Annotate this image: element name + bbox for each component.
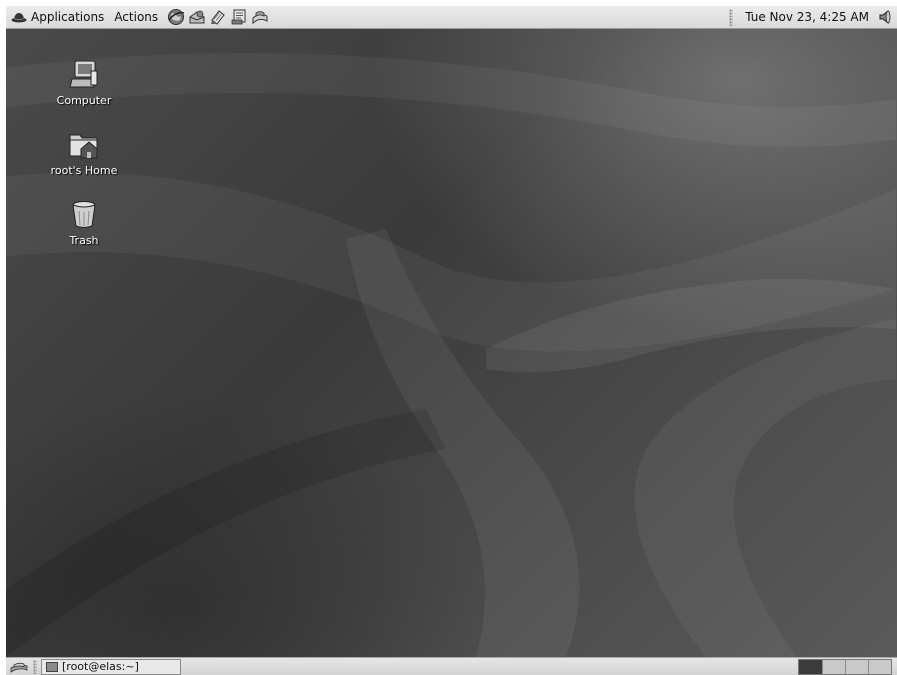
web-browser-icon[interactable] — [166, 8, 185, 27]
home-folder-icon — [69, 134, 98, 159]
workspace-switcher — [798, 658, 892, 675]
actions-menu[interactable]: Actions — [109, 6, 163, 28]
screen: Applications Actions Tue Nov 23, 4:25 AM… — [6, 6, 897, 675]
show-desktop-icon[interactable] — [9, 659, 29, 675]
office-writer-icon[interactable] — [229, 8, 248, 27]
workspace-4[interactable] — [868, 659, 891, 674]
terminal-icon — [46, 661, 58, 672]
wallpaper-pattern — [6, 53, 896, 657]
panel-drag-handle[interactable] — [729, 8, 734, 26]
desktop-background[interactable]: Computer root's Home Trash — [6, 29, 897, 657]
bottom-panel: [root@elas:~] — [6, 657, 897, 675]
workspace-3[interactable] — [845, 659, 868, 674]
taskbar-button-label: [root@elas:~] — [62, 660, 139, 673]
desktop-icon-label: Trash — [69, 234, 99, 247]
launcher-group — [165, 8, 270, 27]
clock[interactable]: Tue Nov 23, 4:25 AM — [739, 10, 875, 24]
top-panel: Applications Actions Tue Nov 23, 4:25 AM — [6, 6, 897, 29]
desktop-icon-label: root's Home — [50, 164, 118, 177]
workspace-1[interactable] — [799, 659, 822, 674]
desktop-icon-trash[interactable]: Trash — [39, 197, 129, 247]
desktop-icon-computer[interactable]: Computer — [39, 57, 129, 107]
desktop-icon-home[interactable]: root's Home — [39, 127, 129, 177]
actions-menu-label: Actions — [114, 10, 159, 24]
computer-icon — [69, 60, 98, 88]
panel-drag-handle[interactable] — [33, 659, 37, 674]
text-editor-icon[interactable] — [208, 8, 227, 27]
applications-menu-label: Applications — [31, 10, 105, 24]
applications-menu[interactable]: Applications — [6, 6, 109, 28]
print-manager-icon[interactable] — [250, 8, 269, 27]
redhat-hat-icon — [11, 11, 27, 23]
desktop-icon-label: Computer — [56, 94, 112, 107]
workspace-2[interactable] — [822, 659, 845, 674]
volume-icon[interactable] — [875, 7, 895, 27]
email-icon[interactable] — [187, 8, 206, 27]
trash-icon — [72, 201, 96, 228]
taskbar-button[interactable]: [root@elas:~] — [41, 658, 181, 675]
